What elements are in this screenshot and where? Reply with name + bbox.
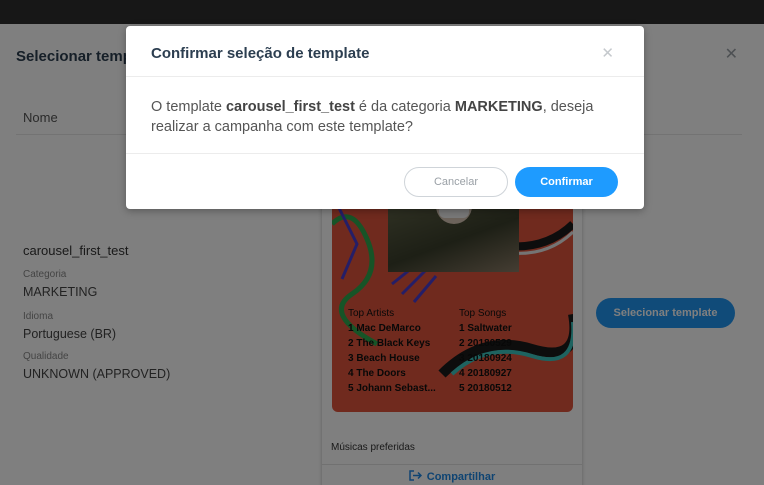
message-prefix: O template [151, 99, 226, 115]
cancel-button[interactable]: Cancelar [404, 167, 508, 197]
message-template-name: carousel_first_test [225, 99, 355, 115]
dialog-title: Confirmar seleção de template [151, 45, 370, 62]
dialog-footer-divider [126, 153, 644, 154]
confirm-dialog: Confirmar seleção de template ✕ O templa… [126, 26, 644, 209]
dialog-message: O template carousel_first_test é da cate… [151, 97, 621, 137]
close-icon[interactable]: ✕ [601, 44, 614, 62]
confirm-button[interactable]: Confirmar [515, 167, 618, 197]
message-category: MARKETING [454, 99, 543, 115]
dialog-header-divider [126, 76, 644, 77]
message-middle: é da categoria [354, 99, 455, 115]
